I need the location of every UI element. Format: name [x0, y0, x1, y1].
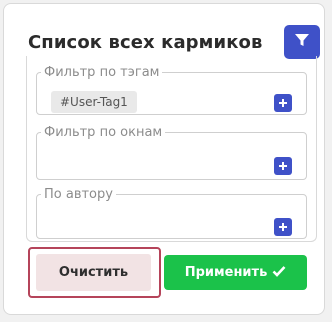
plus-icon [279, 223, 287, 231]
tag-chip[interactable]: #User-Tag1 [51, 91, 137, 113]
add-window-button[interactable] [274, 157, 292, 175]
apply-button-label: Применить [184, 265, 268, 280]
apply-button[interactable]: Применить [164, 255, 307, 290]
author-filter-group: По автору [36, 187, 307, 239]
clear-button[interactable]: Очистить [36, 254, 151, 291]
funnel-icon [294, 32, 310, 52]
tag-filter-group: Фильтр по тэгам #User-Tag1 [36, 65, 307, 115]
tag-filter-legend: Фильтр по тэгам [44, 65, 160, 80]
window-filter-group: Фильтр по окнам [36, 125, 307, 180]
window-filter-legend: Фильтр по окнам [44, 125, 163, 140]
add-author-button[interactable] [274, 218, 292, 236]
filters-container: Фильтр по тэгам #User-Tag1 Фильтр по окн… [26, 56, 317, 242]
add-tag-button[interactable] [274, 94, 292, 112]
filter-toggle-button[interactable] [284, 25, 320, 59]
author-filter-legend: По автору [44, 187, 113, 202]
clear-button-label: Очистить [58, 265, 129, 280]
plus-icon [279, 99, 287, 107]
panel-title: Список всех кармиков [28, 32, 263, 53]
plus-icon [279, 162, 287, 170]
checkmark-icon [272, 265, 286, 281]
